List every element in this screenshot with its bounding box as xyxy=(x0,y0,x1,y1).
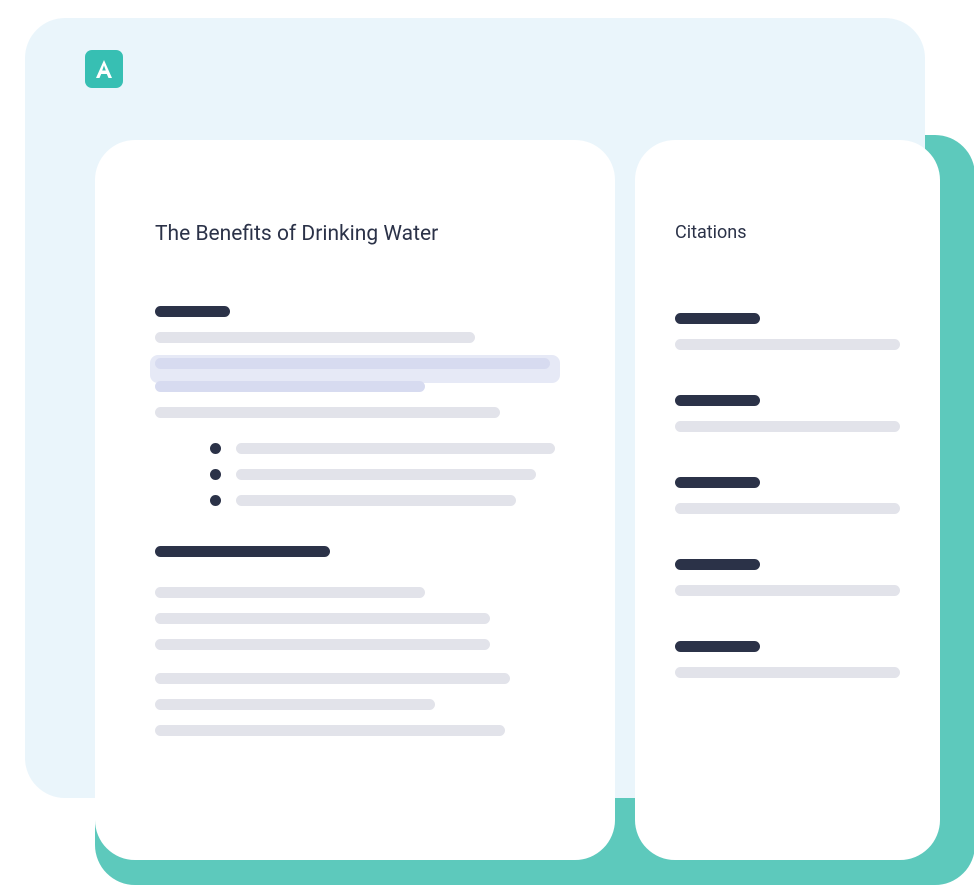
list-item xyxy=(210,443,555,454)
list-item xyxy=(210,469,555,480)
heading-placeholder xyxy=(155,546,330,557)
document-title: The Benefits of Drinking Water xyxy=(155,222,555,246)
citations-title: Citations xyxy=(675,222,900,243)
bullet-icon xyxy=(210,495,221,506)
text-placeholder xyxy=(155,639,490,650)
section-2 xyxy=(155,546,555,736)
section-1 xyxy=(155,306,555,418)
text-placeholder xyxy=(236,495,516,506)
text-placeholder xyxy=(155,332,475,343)
citation-text-placeholder xyxy=(675,667,900,678)
citations-card: Citations xyxy=(635,140,940,860)
citation-title-placeholder xyxy=(675,395,760,406)
text-placeholder xyxy=(155,725,505,736)
citation-item[interactable] xyxy=(675,641,900,678)
citation-item[interactable] xyxy=(675,559,900,596)
list-item xyxy=(210,495,555,506)
citation-text-placeholder xyxy=(675,503,900,514)
text-placeholder xyxy=(155,699,435,710)
bullet-icon xyxy=(210,443,221,454)
citation-item[interactable] xyxy=(675,477,900,514)
bullet-list xyxy=(210,443,555,506)
citation-item[interactable] xyxy=(675,313,900,350)
logo-a-icon xyxy=(92,57,116,81)
citation-item[interactable] xyxy=(675,395,900,432)
text-placeholder xyxy=(236,443,555,454)
highlighted-text[interactable] xyxy=(155,358,555,392)
text-placeholder xyxy=(236,469,536,480)
citation-title-placeholder xyxy=(675,641,760,652)
citation-title-placeholder xyxy=(675,313,760,324)
text-placeholder xyxy=(155,407,500,418)
text-placeholder xyxy=(155,587,425,598)
text-placeholder xyxy=(155,673,510,684)
bullet-icon xyxy=(210,469,221,480)
citation-title-placeholder xyxy=(675,559,760,570)
citation-text-placeholder xyxy=(675,421,900,432)
citation-text-placeholder xyxy=(675,339,900,350)
document-card: The Benefits of Drinking Water xyxy=(95,140,615,860)
citation-title-placeholder xyxy=(675,477,760,488)
citation-text-placeholder xyxy=(675,585,900,596)
heading-placeholder xyxy=(155,306,230,317)
app-logo xyxy=(85,50,123,88)
text-placeholder xyxy=(155,613,490,624)
